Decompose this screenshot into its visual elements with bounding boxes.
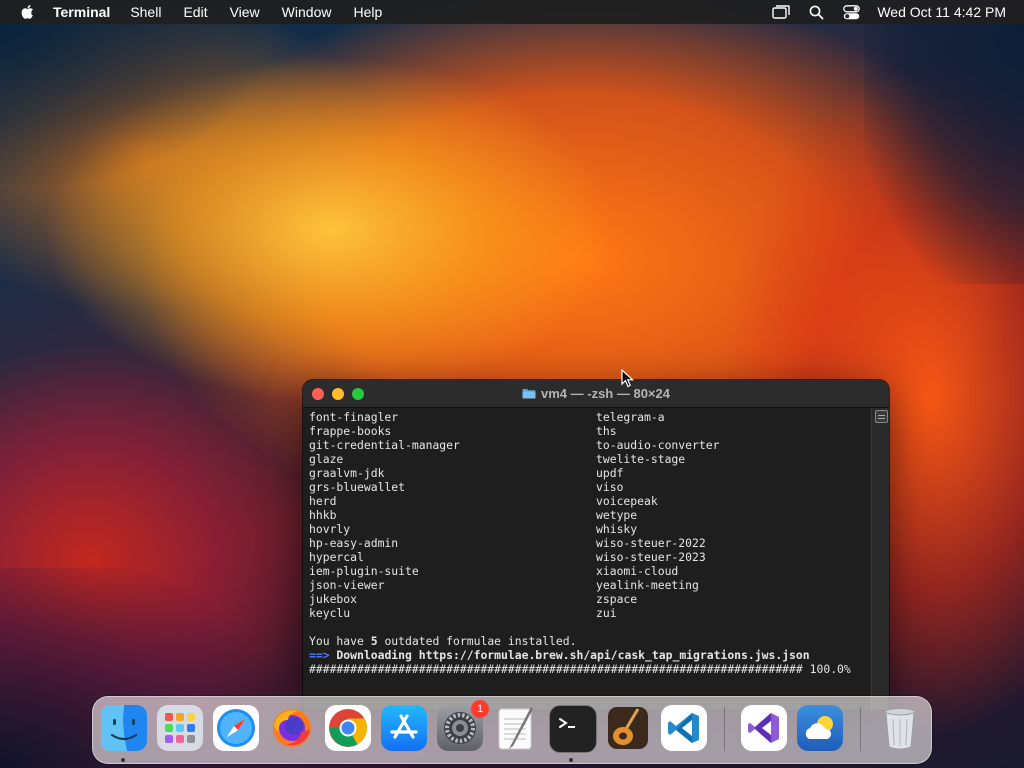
cask-name: wetype	[596, 508, 638, 522]
cask-name: git-credential-manager	[309, 438, 460, 452]
menu-shell[interactable]: Shell	[130, 0, 161, 24]
notification-badge: 1	[471, 700, 489, 718]
outdated-suffix: outdated formulae installed.	[377, 634, 577, 648]
cask-name: jukebox	[309, 592, 358, 606]
menu-view[interactable]: View	[230, 0, 260, 24]
dock-safari[interactable]	[213, 705, 259, 751]
cask-name: zspace	[596, 592, 638, 606]
dock-separator	[724, 707, 725, 751]
terminal-window[interactable]: vm4 — -zsh — 80×24 font-finagler frappe-b…	[303, 380, 889, 710]
apple-logo-icon[interactable]	[20, 4, 34, 20]
split-pane-icon[interactable]	[875, 410, 888, 423]
menu-bar: Terminal Shell Edit View Window Help Wed…	[0, 0, 1024, 24]
cask-name: hhkb	[309, 508, 337, 522]
app-store-icon	[390, 714, 418, 739]
visual-studio-icon	[748, 713, 779, 743]
cask-name: json-viewer	[309, 578, 385, 592]
dock: 1	[92, 696, 932, 764]
mouse-cursor-icon	[621, 369, 635, 388]
outdated-count: 5	[370, 634, 378, 648]
cask-name: viso	[596, 480, 624, 494]
running-indicator	[121, 758, 125, 762]
dock-weather[interactable]	[797, 705, 843, 751]
dock-chrome[interactable]	[325, 705, 371, 751]
dock-launchpad[interactable]	[157, 705, 203, 751]
cask-name: updf	[596, 466, 624, 480]
cask-name: twelite-stage	[596, 452, 686, 466]
terminal-icon	[559, 718, 575, 728]
chrome-icon	[329, 709, 368, 747]
cask-name: herd	[309, 494, 337, 508]
cask-name: hypercal	[309, 550, 364, 564]
menu-edit[interactable]: Edit	[183, 0, 207, 24]
dock-textedit[interactable]	[493, 705, 539, 751]
dock-separator	[860, 707, 861, 751]
dock-vscode[interactable]	[661, 705, 707, 751]
download-url: Downloading https://formulae.brew.sh/api…	[329, 648, 810, 662]
dock-system-settings[interactable]: 1	[437, 700, 489, 751]
cask-name: grs-bluewallet	[309, 480, 406, 494]
cask-name: keyclu	[309, 606, 351, 620]
cask-list-right: telegram-a ths to-audio-converter twelite-s…	[596, 410, 876, 620]
cask-name: wiso-steuer-2023	[596, 550, 706, 564]
cask-name: ths	[596, 424, 617, 438]
cask-name: graalvm-jdk	[309, 466, 385, 480]
cask-name: wiso-steuer-2022	[596, 536, 706, 550]
dock-terminal[interactable]	[549, 705, 597, 753]
dock-garageband[interactable]	[605, 705, 651, 751]
cask-name: telegram-a	[596, 410, 665, 424]
cask-name: hp-easy-admin	[309, 536, 399, 550]
garageband-icon	[608, 707, 648, 749]
download-line: ==> Downloading https://formulae.brew.sh…	[309, 648, 879, 662]
progress-bar-line: ########################################…	[309, 662, 851, 676]
safari-icon	[217, 709, 255, 747]
dock-visual-studio[interactable]	[741, 705, 787, 751]
firefox-icon	[273, 709, 311, 747]
menu-app-name[interactable]: Terminal	[53, 0, 110, 24]
cask-name: xiaomi-cloud	[596, 564, 679, 578]
download-arrow: ==>	[309, 648, 330, 662]
control-center-icon[interactable]	[842, 4, 860, 20]
terminal-scrollbar[interactable]	[871, 408, 889, 710]
wallpaper-shade	[864, 24, 1024, 284]
terminal-tail: You have 5 outdated formulae installed. …	[309, 634, 879, 676]
cask-name: hovrly	[309, 522, 351, 536]
folder-icon	[522, 389, 536, 399]
cask-name: glaze	[309, 452, 344, 466]
outdated-prefix: You have	[309, 634, 371, 648]
window-title: vm4 — -zsh — 80×24	[303, 380, 889, 407]
weather-icon	[805, 716, 833, 739]
screen-mirroring-icon[interactable]	[772, 4, 791, 20]
menu-window[interactable]: Window	[282, 0, 332, 24]
menu-clock[interactable]: Wed Oct 11 4:42 PM	[877, 4, 1006, 20]
dock-firefox[interactable]	[269, 705, 315, 751]
cask-name: to-audio-converter	[596, 438, 720, 452]
terminal-output[interactable]: font-finagler frappe-books git-credential-…	[303, 408, 889, 710]
trash-icon	[884, 708, 916, 750]
search-icon[interactable]	[807, 4, 825, 20]
wallpaper-shade	[0, 24, 260, 184]
cask-name: voicepeak	[596, 494, 658, 508]
cask-name: zui	[596, 606, 617, 620]
running-indicator	[569, 758, 573, 762]
cask-list-left: font-finagler frappe-books git-credential-…	[309, 410, 589, 620]
finder-icon	[101, 705, 147, 751]
dock-finder[interactable]	[101, 705, 147, 751]
dock-trash[interactable]	[877, 705, 923, 751]
cask-name: iem-plugin-suite	[309, 564, 419, 578]
dock-app-store[interactable]	[381, 705, 427, 751]
cask-name: font-finagler	[309, 410, 399, 424]
outdated-message: You have 5 outdated formulae installed.	[309, 634, 879, 648]
textedit-icon	[498, 707, 533, 750]
cask-name: frappe-books	[309, 424, 392, 438]
launchpad-icon	[165, 713, 195, 743]
vscode-icon	[668, 713, 699, 743]
terminal-titlebar[interactable]: vm4 — -zsh — 80×24	[303, 380, 889, 408]
window-title-text: vm4 — -zsh — 80×24	[541, 386, 670, 401]
cask-name: yealink-meeting	[596, 578, 699, 592]
cask-name: whisky	[596, 522, 638, 536]
menu-help[interactable]: Help	[353, 0, 382, 24]
